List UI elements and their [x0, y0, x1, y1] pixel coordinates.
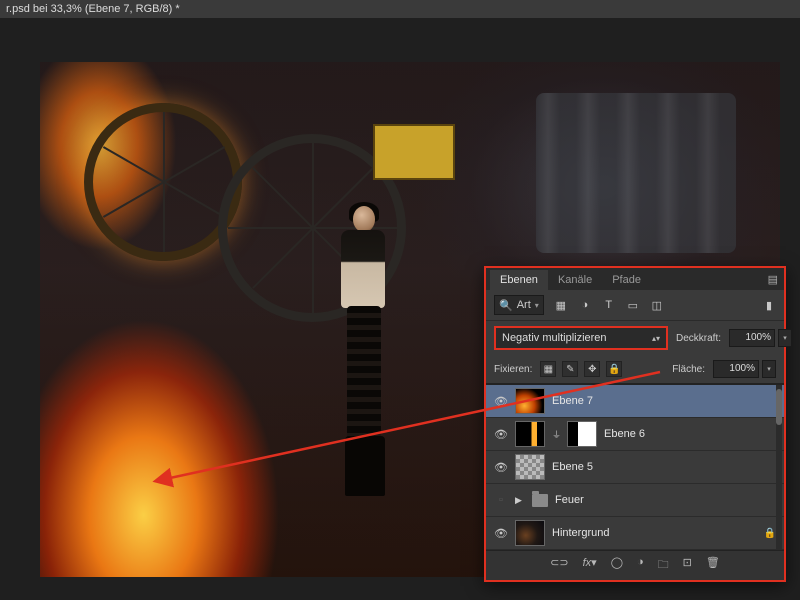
opacity-label: Deckkraft: [676, 333, 721, 344]
visibility-icon[interactable]: 👁 [494, 526, 508, 540]
filter-type-icon[interactable]: T [602, 298, 616, 312]
expand-group-icon[interactable]: ▶ [515, 495, 525, 506]
layer-name[interactable]: Ebene 5 [552, 461, 776, 473]
opacity-stepper[interactable]: ▾ [778, 329, 792, 347]
opacity-field[interactable]: 100% [729, 329, 775, 347]
visibility-icon[interactable]: 👁 [494, 394, 508, 408]
layer-row[interactable]: ▫ ▶ Feuer [486, 484, 784, 517]
layer-list: 👁 Ebene 7 👁 ⏚ Ebene 6 👁 Ebene 5 ▫ ▶ Feue… [486, 384, 784, 550]
delete-icon[interactable]: 🗑 [706, 556, 720, 575]
lock-position-icon[interactable]: ✥ [584, 361, 600, 377]
layer-row[interactable]: 👁 ⏚ Ebene 6 [486, 418, 784, 451]
new-layer-icon[interactable]: ⊡ [683, 556, 692, 575]
fx-icon[interactable]: fx▾ [583, 556, 597, 575]
lock-transparent-icon[interactable]: ▦ [540, 361, 556, 377]
tab-channels[interactable]: Kanäle [548, 270, 602, 290]
visibility-icon[interactable]: 👁 [494, 427, 508, 441]
panel-tabs: Ebenen Kanäle Pfade ▤ [486, 268, 784, 290]
chevron-updown-icon: ▴▾ [652, 334, 660, 343]
visibility-icon[interactable]: 👁 [494, 460, 508, 474]
filter-pixel-icon[interactable]: ▦ [554, 298, 568, 312]
blend-mode-select[interactable]: Negativ multiplizieren ▴▾ [494, 326, 668, 350]
tab-layers[interactable]: Ebenen [490, 270, 548, 290]
layer-thumb[interactable] [515, 421, 545, 447]
lock-icon: 🔒 [764, 528, 776, 539]
model-figure [321, 206, 407, 496]
layers-panel: Ebenen Kanäle Pfade ▤ 🔍 Art ▾ ▦ ◑ T ▭ ◫ … [484, 266, 786, 582]
search-icon: 🔍 [499, 299, 513, 312]
layer-thumb[interactable] [515, 520, 545, 546]
filter-kind-select[interactable]: 🔍 Art ▾ [494, 295, 544, 315]
filter-kind-label: Art [517, 299, 531, 311]
chevron-down-icon: ▾ [535, 301, 539, 310]
blend-mode-value: Negativ multiplizieren [502, 332, 607, 344]
layer-thumb[interactable] [515, 388, 545, 414]
filter-shape-icon[interactable]: ▭ [626, 298, 640, 312]
fill-field[interactable]: 100% [713, 360, 759, 378]
layer-row[interactable]: 👁 Ebene 5 [486, 451, 784, 484]
layer-thumb[interactable] [515, 454, 545, 480]
warning-sign [373, 124, 455, 180]
folder-icon [532, 494, 548, 507]
group-icon[interactable]: 🗀 [658, 556, 669, 575]
link-layers-icon[interactable]: ⊂⊃ [550, 556, 568, 575]
layer-name[interactable]: Hintergrund [552, 527, 757, 539]
layer-mask-thumb[interactable] [567, 421, 597, 447]
link-icon[interactable]: ⏚ [552, 428, 560, 441]
panel-footer: ⊂⊃ fx▾ ◯ ◑ 🗀 ⊡ 🗑 [486, 550, 784, 580]
scroll-thumb[interactable] [776, 389, 782, 425]
layer-row[interactable]: 👁 Ebene 7 [486, 385, 784, 418]
filter-toggle-icon[interactable]: ▮ [762, 298, 776, 312]
filter-smart-icon[interactable]: ◫ [650, 298, 664, 312]
visibility-icon[interactable]: ▫ [494, 493, 508, 507]
document-title: r.psd bei 33,3% (Ebene 7, RGB/8) * [0, 0, 800, 18]
fill-label: Fläche: [672, 364, 705, 375]
tab-paths[interactable]: Pfade [602, 270, 651, 290]
bg-pipes [536, 93, 736, 253]
lock-all-icon[interactable]: 🔒 [606, 361, 622, 377]
mask-icon[interactable]: ◯ [611, 556, 623, 575]
panel-menu-icon[interactable]: ▤ [762, 269, 784, 290]
layer-row[interactable]: 👁 Hintergrund 🔒 [486, 517, 784, 550]
fill-stepper[interactable]: ▾ [762, 360, 776, 378]
adjustment-icon[interactable]: ◑ [637, 556, 644, 575]
layer-name[interactable]: Ebene 6 [604, 428, 776, 440]
layer-name[interactable]: Feuer [555, 494, 776, 506]
lock-label: Fixieren: [494, 364, 532, 375]
filter-adjust-icon[interactable]: ◑ [578, 298, 592, 312]
lock-buttons: ▦ ✎ ✥ 🔒 [540, 361, 622, 377]
layer-name[interactable]: Ebene 7 [552, 395, 776, 407]
lock-pixels-icon[interactable]: ✎ [562, 361, 578, 377]
